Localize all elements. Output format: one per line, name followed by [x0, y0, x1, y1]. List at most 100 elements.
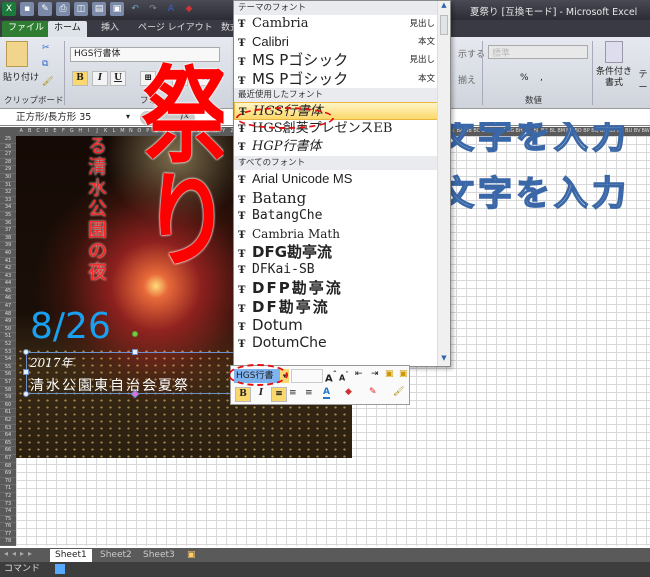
align-left-icon[interactable]: ≡: [271, 387, 287, 402]
scroll-down-icon[interactable]: ▼: [438, 354, 450, 366]
scrollbar[interactable]: ▲ ▼: [437, 1, 450, 366]
poster-date[interactable]: 8/26: [30, 306, 111, 347]
font-name-select[interactable]: HGS行書体: [70, 47, 220, 62]
font-item[interactable]: Ŧ Batang: [234, 189, 439, 207]
align-center-icon[interactable]: ≡: [289, 388, 297, 398]
format-painter-icon[interactable]: 🖌: [42, 77, 53, 87]
font-item[interactable]: Ŧ BatangChe: [234, 207, 439, 225]
row-header[interactable]: 73: [0, 501, 16, 509]
row-header[interactable]: 26: [0, 144, 16, 152]
column-header[interactable]: A: [17, 127, 25, 136]
row-header[interactable]: 32: [0, 189, 16, 197]
font-item[interactable]: Ŧ Cambria Math: [234, 225, 439, 243]
excel-icon[interactable]: X: [2, 2, 16, 16]
row-header[interactable]: 61: [0, 409, 16, 417]
row-header[interactable]: 68: [0, 463, 16, 471]
row-header[interactable]: 54: [0, 356, 16, 364]
column-header[interactable]: B: [25, 127, 33, 136]
row-header[interactable]: 58: [0, 387, 16, 395]
font-item[interactable]: Ŧ DotumChe: [234, 334, 439, 352]
font-item[interactable]: Ŧ MS Pゴシック 見出し: [234, 51, 439, 69]
increase-indent-icon[interactable]: ⇥: [371, 369, 379, 379]
paste-icon[interactable]: [6, 41, 28, 67]
row-header[interactable]: 74: [0, 508, 16, 516]
underline-button[interactable]: U: [110, 71, 126, 86]
font-color-icon[interactable]: A: [164, 2, 178, 16]
column-header[interactable]: C: [34, 127, 42, 136]
row-header[interactable]: 40: [0, 250, 16, 258]
send-backward-icon[interactable]: ▣: [399, 369, 408, 379]
row-header[interactable]: 36: [0, 220, 16, 228]
font-color-icon[interactable]: A: [323, 387, 330, 399]
row-header[interactable]: 75: [0, 516, 16, 524]
row-header[interactable]: 44: [0, 280, 16, 288]
row-header[interactable]: 72: [0, 493, 16, 501]
column-header[interactable]: BV: [633, 127, 641, 136]
row-header[interactable]: 31: [0, 182, 16, 190]
undo-icon[interactable]: ↶: [128, 2, 142, 16]
row-header[interactable]: 56: [0, 371, 16, 379]
decrease-indent-icon[interactable]: ⇤: [355, 369, 363, 379]
row-header[interactable]: 67: [0, 455, 16, 463]
preview-icon[interactable]: ◫: [74, 2, 88, 16]
row-header[interactable]: 66: [0, 447, 16, 455]
mini-font-size-select[interactable]: [291, 369, 323, 383]
cut-icon[interactable]: ✂: [42, 43, 50, 53]
row-header[interactable]: 41: [0, 258, 16, 266]
edit-icon[interactable]: ✎: [38, 2, 52, 16]
mini-italic-button[interactable]: I: [253, 387, 269, 402]
row-header[interactable]: 39: [0, 242, 16, 250]
shrink-font-icon[interactable]: Aˇ: [339, 371, 349, 383]
font-item[interactable]: Ŧ MS Pゴシック 本文: [234, 70, 439, 88]
font-item[interactable]: Ŧ DF勘亭流: [234, 298, 439, 316]
row-header[interactable]: 53: [0, 349, 16, 357]
grow-font-icon[interactable]: Aˆ: [325, 369, 337, 384]
font-item[interactable]: Ŧ Arial Unicode MS: [234, 170, 439, 188]
row-header[interactable]: 37: [0, 227, 16, 235]
name-box[interactable]: 正方形/長方形 35: [2, 111, 136, 125]
row-header[interactable]: 60: [0, 402, 16, 410]
row-header[interactable]: 63: [0, 425, 16, 433]
comma-button[interactable]: ,: [540, 73, 543, 83]
column-header[interactable]: H: [76, 127, 84, 136]
paste-button[interactable]: 貼り付け: [3, 70, 39, 83]
merge-button[interactable]: 揃え: [458, 73, 476, 86]
row-header[interactable]: 28: [0, 159, 16, 167]
resize-handle[interactable]: [23, 369, 29, 375]
tab-home[interactable]: ホーム: [48, 21, 87, 37]
row-header[interactable]: 29: [0, 166, 16, 174]
column-header[interactable]: M: [118, 127, 126, 136]
row-header[interactable]: 62: [0, 417, 16, 425]
row-header[interactable]: 34: [0, 204, 16, 212]
column-header[interactable]: D: [42, 127, 50, 136]
tab-insert[interactable]: 挿入: [95, 21, 125, 37]
save-icon[interactable]: ▪: [20, 2, 34, 16]
row-header[interactable]: 30: [0, 174, 16, 182]
tab-file[interactable]: ファイル: [2, 21, 51, 37]
row-header[interactable]: 43: [0, 273, 16, 281]
row-header[interactable]: 77: [0, 531, 16, 539]
copy-format-icon[interactable]: ⧉: [42, 59, 48, 69]
row-header[interactable]: 27: [0, 151, 16, 159]
spell-icon[interactable]: ▤: [92, 2, 106, 16]
font-item[interactable]: Ŧ HGP行書体: [234, 138, 439, 156]
font-item[interactable]: Ŧ Calibri 本文: [234, 33, 439, 51]
wordart-text-1[interactable]: 文字を入力: [440, 122, 630, 160]
font-item[interactable]: Ŧ Cambria 見出し: [234, 15, 439, 33]
column-header[interactable]: G: [68, 127, 76, 136]
number-format-select[interactable]: 標準: [488, 45, 588, 59]
mini-bold-button[interactable]: B: [235, 387, 251, 402]
copy-icon[interactable]: ▣: [110, 2, 124, 16]
poster-title[interactable]: 祭り: [128, 60, 223, 290]
row-header[interactable]: 50: [0, 326, 16, 334]
macro-record-icon[interactable]: [54, 563, 65, 574]
font-item[interactable]: Ŧ DFG勘亭流: [234, 243, 439, 261]
row-header[interactable]: 76: [0, 523, 16, 531]
line-color-icon[interactable]: ✎: [369, 387, 377, 397]
column-header[interactable]: L: [110, 127, 118, 136]
insert-sheet-icon[interactable]: ▣: [182, 549, 201, 562]
poster-vertical-text[interactable]: る清水公園の夜: [88, 136, 114, 283]
row-header[interactable]: 33: [0, 197, 16, 205]
wordart-text-2[interactable]: 文字を入力: [439, 166, 630, 215]
row-header[interactable]: 45: [0, 288, 16, 296]
